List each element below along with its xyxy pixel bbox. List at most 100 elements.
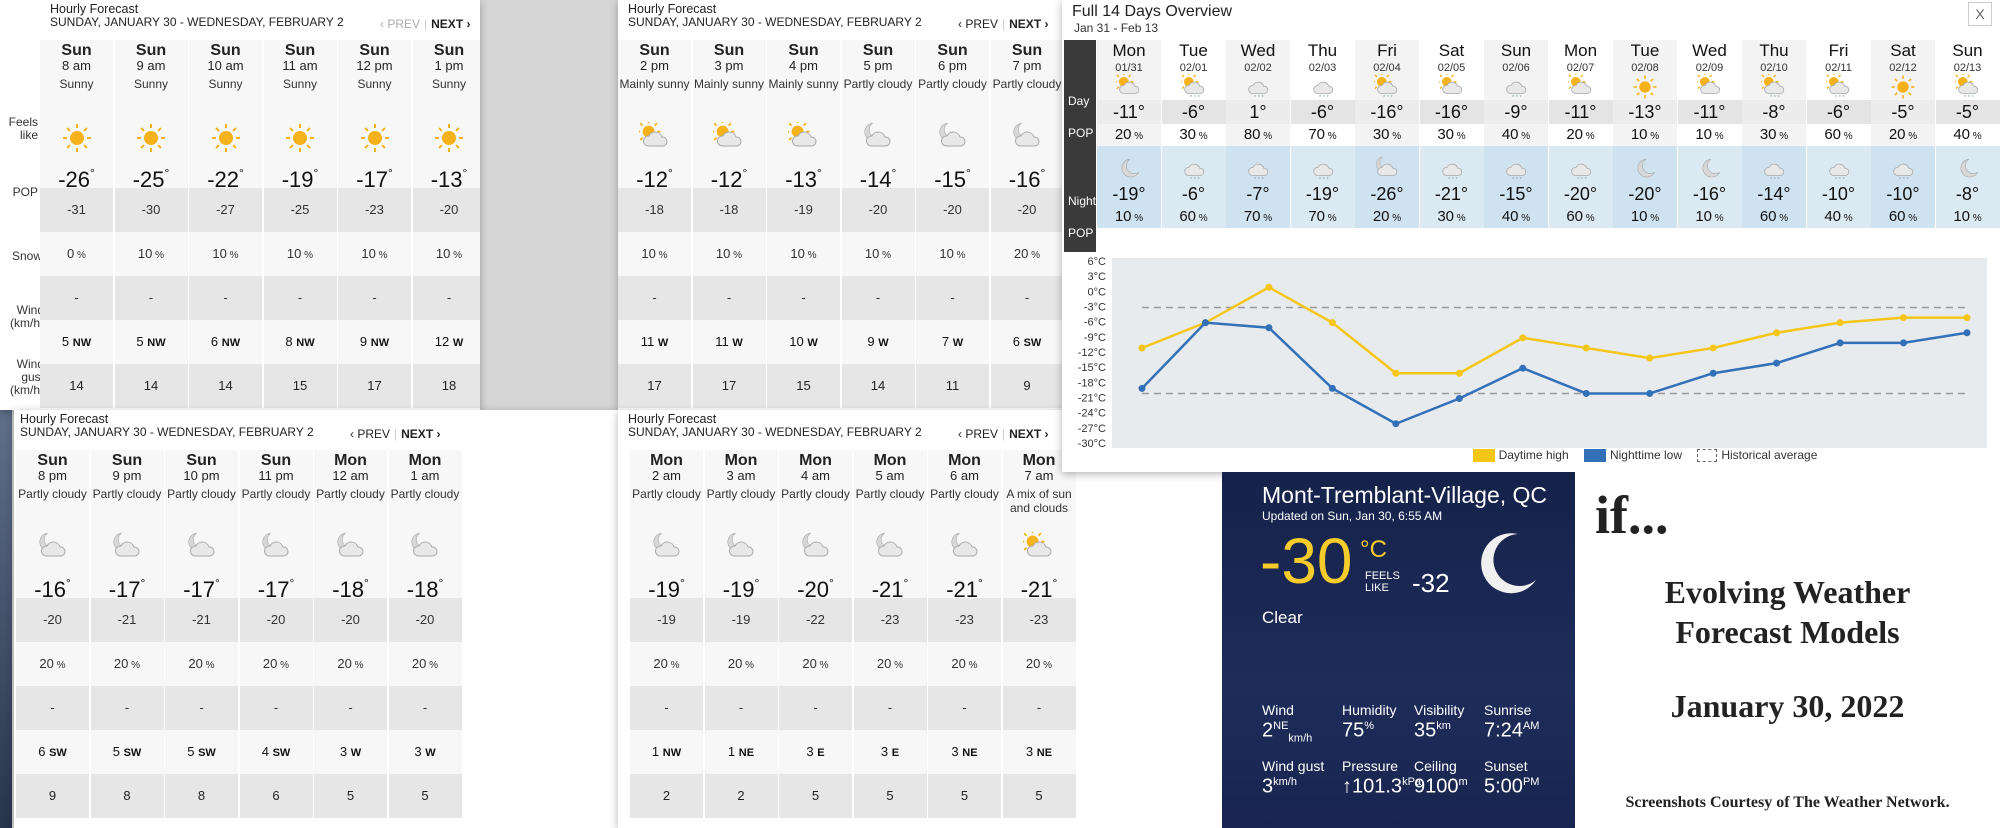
chart-plot-area bbox=[1112, 258, 1987, 448]
hour-condition: Sunny bbox=[412, 74, 480, 118]
high-point bbox=[1646, 354, 1654, 362]
day-pop: 60 % bbox=[1806, 124, 1871, 146]
hour-temp: -17° bbox=[165, 568, 238, 602]
hour-column: Mon 6 am Partly cloudy -21° -23 20 % -3 NE 5 bbox=[928, 450, 1002, 818]
night-low: -8° bbox=[1935, 182, 2000, 206]
hourly-panel-2: Hourly Forecast SUNDAY, JANUARY 30 - WEDN… bbox=[618, 0, 1062, 410]
stat-unit: AM bbox=[1522, 720, 1540, 732]
day-date: 02/09 bbox=[1677, 62, 1742, 74]
day-icon-cell: * * * bbox=[1290, 74, 1355, 100]
stat-unit: PM bbox=[1522, 776, 1540, 788]
hour-wind-value: 3 bbox=[806, 744, 814, 759]
next-button[interactable]: NEXT › bbox=[1009, 427, 1048, 441]
day-pop-value: 20 bbox=[1888, 126, 1906, 143]
hour-pop-value: 20 bbox=[1013, 246, 1029, 261]
day-high: -13° bbox=[1613, 100, 1677, 124]
hour-wind-value: 3 bbox=[339, 744, 348, 759]
night-low: -19° bbox=[1097, 182, 1161, 206]
day-pop: 20 % bbox=[1097, 124, 1161, 146]
hour-condition: Partly cloudy bbox=[16, 484, 89, 528]
day-name: Wed bbox=[1226, 40, 1290, 62]
moon-cloud-icon bbox=[337, 532, 364, 557]
hour-temp: -25° bbox=[114, 158, 188, 192]
hour-time: 8 am bbox=[40, 58, 113, 74]
next-button[interactable]: NEXT › bbox=[401, 427, 440, 441]
hour-wind-value: 5 bbox=[136, 334, 144, 349]
hour-wind-dir: W bbox=[657, 337, 669, 349]
prev-button[interactable]: ‹ PREV bbox=[350, 427, 390, 441]
hour-temp: -26° bbox=[40, 158, 113, 192]
row-label-snow: Snow bbox=[11, 249, 42, 263]
day-pop-value: 30 bbox=[1372, 126, 1390, 143]
night-pop-value: 10 bbox=[1630, 208, 1648, 225]
night-pop-value: 10 bbox=[1953, 208, 1970, 225]
pagination: ‹ PREV | NEXT › bbox=[380, 17, 471, 31]
hour-wind-dir: NW bbox=[221, 337, 241, 349]
day-pop-value: 10 bbox=[1630, 126, 1648, 143]
overview-day-column: Mon 02/07 -11° 20 % * * * -20° 60 % bbox=[1548, 40, 1613, 228]
day-icon-cell bbox=[1613, 74, 1677, 100]
hour-column: Mon 3 am Partly cloudy -19° -19 20 % -1 NE 2 bbox=[704, 450, 779, 818]
night-pop-value: 60 bbox=[1759, 208, 1777, 225]
day-pop-value: 70 bbox=[1308, 126, 1325, 143]
hour-day: Mon bbox=[928, 450, 1001, 469]
hour-wind-value: 3 bbox=[951, 744, 959, 759]
hour-temp: -17° bbox=[338, 158, 411, 192]
night-low: -15° bbox=[1484, 182, 1548, 206]
day-date: 02/04 bbox=[1355, 62, 1419, 74]
day-high-value: -16 bbox=[1370, 102, 1397, 122]
night-low-value: -14 bbox=[1757, 184, 1784, 204]
hour-day: Mon bbox=[630, 450, 703, 469]
close-button[interactable]: X bbox=[1968, 2, 1992, 26]
stat-number: 5:00 bbox=[1484, 775, 1523, 798]
prev-button[interactable]: ‹ PREV bbox=[380, 17, 420, 31]
hour-column: Mon 5 am Partly cloudy -21° -23 20 % -3 E5 bbox=[853, 450, 928, 818]
night-icon-cell bbox=[1097, 146, 1161, 182]
hour-feels-like: -23 bbox=[338, 188, 411, 232]
hour-temp: -22° bbox=[189, 158, 262, 192]
low-point bbox=[1392, 420, 1400, 428]
hour-icon-cell bbox=[90, 528, 164, 568]
hour-condition: Sunny bbox=[40, 74, 113, 118]
stat-wind: Wind 2NEkm/h bbox=[1262, 702, 1312, 747]
hour-feels-like: -20 bbox=[388, 598, 462, 642]
hour-feels-like: -19 bbox=[630, 598, 703, 642]
overview-day-column: Wed 02/02 * * * 1° 80 % * * * -7° 70 % bbox=[1226, 40, 1290, 228]
hour-wind: 6 SW bbox=[990, 320, 1062, 364]
day-icon-cell: * * * bbox=[1484, 74, 1548, 100]
hour-icon-cell bbox=[692, 118, 766, 158]
hour-wind: 3 E bbox=[853, 730, 927, 774]
prev-button[interactable]: ‹ PREV bbox=[958, 17, 998, 31]
moon-icon bbox=[1702, 158, 1720, 178]
snow-cloud-icon: * * * bbox=[1248, 163, 1269, 182]
night-icon-cell: * * * bbox=[1161, 146, 1226, 182]
hour-column: Sun 11 pm Partly cloudy -17° -20 20 % -4 SW 6 bbox=[239, 450, 314, 818]
hour-wind-value: 4 bbox=[261, 744, 269, 759]
hour-gust: 6 bbox=[239, 774, 313, 818]
panel-heading: Hourly Forecast SUNDAY, JANUARY 30 - WEDN… bbox=[628, 2, 922, 29]
stat-value: 5:00PM bbox=[1484, 774, 1540, 798]
prev-button[interactable]: ‹ PREV bbox=[958, 427, 998, 441]
hour-snow: - bbox=[388, 686, 462, 730]
moon-cloud-icon bbox=[262, 532, 289, 557]
hour-gust: 11 bbox=[916, 364, 989, 408]
hour-temp: -19° bbox=[704, 568, 778, 602]
stat-value: 35km bbox=[1414, 718, 1464, 741]
hour-pop: 10 % bbox=[114, 232, 188, 276]
stat-number: 3 bbox=[1262, 775, 1274, 798]
hour-time: 3 am bbox=[704, 468, 778, 484]
hour-wind: 3 E bbox=[779, 730, 852, 774]
hour-pop-value: 10 bbox=[361, 246, 376, 261]
hour-wind-value: 7 bbox=[941, 334, 950, 349]
hour-icon-cell bbox=[704, 528, 778, 568]
day-pop-value: 30 bbox=[1179, 126, 1196, 143]
next-button[interactable]: NEXT › bbox=[431, 17, 470, 31]
hour-pop: 10 % bbox=[412, 232, 480, 276]
night-low: -16° bbox=[1677, 182, 1742, 206]
next-button[interactable]: NEXT › bbox=[1009, 17, 1048, 31]
hour-wind-dir: W bbox=[732, 337, 743, 349]
night-pop: 10 % bbox=[1613, 206, 1677, 228]
stat-value: 3km/h bbox=[1262, 774, 1324, 798]
day-icon-cell: * * * bbox=[1161, 74, 1226, 100]
day-pop: 80 % bbox=[1226, 124, 1290, 146]
